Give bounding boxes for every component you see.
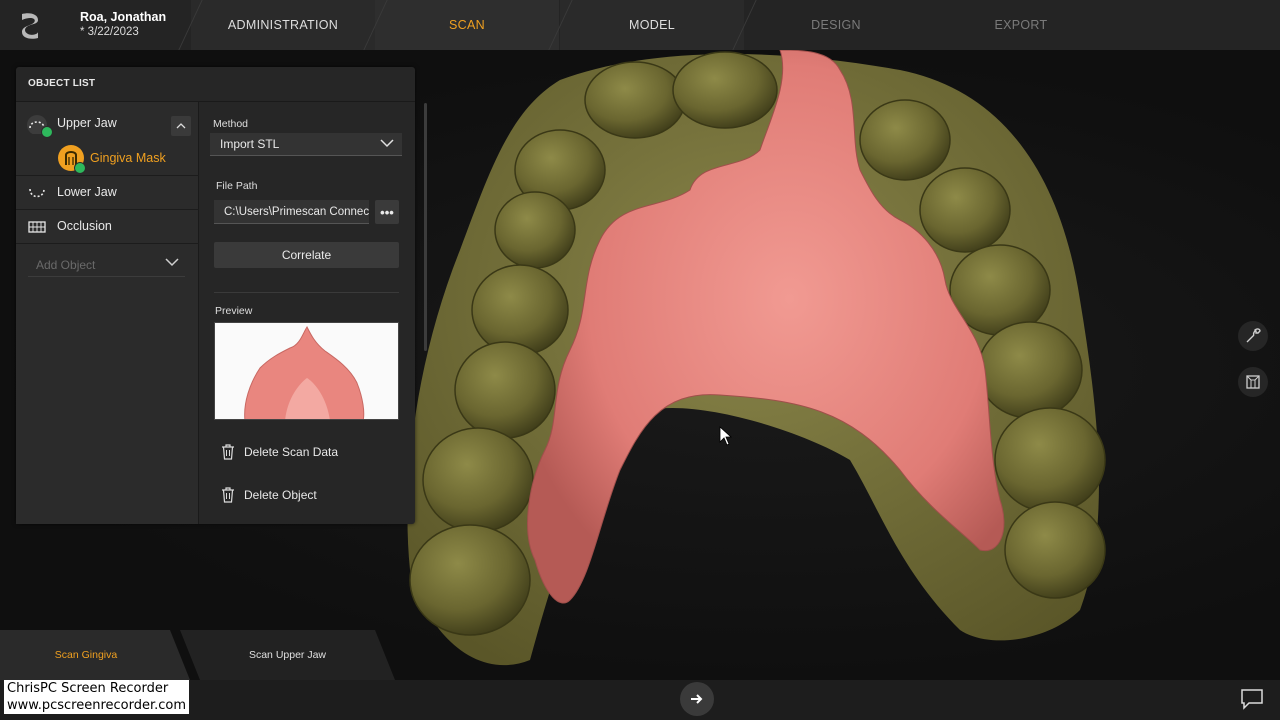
top-navigation-bar: Roa, Jonathan * 3/22/2023 ADMINISTRATION… [0, 0, 1280, 50]
occlusion-icon [28, 221, 46, 233]
tools-button[interactable] [1238, 321, 1268, 351]
preview-gingiva-thumbnail [244, 326, 365, 419]
object-list-panel: OBJECT LIST Upper Jaw Gingiva Mask Lower… [16, 67, 427, 524]
object-label: Lower Jaw [57, 185, 117, 199]
arrow-right-icon [691, 694, 703, 704]
object-item-occlusion[interactable]: Occlusion [16, 209, 199, 243]
method-value: Import STL [220, 137, 280, 151]
preview-label: Preview [215, 305, 253, 317]
patient-date: * 3/22/2023 [80, 26, 139, 38]
object-label: Upper Jaw [57, 116, 117, 130]
method-select[interactable]: Import STL [210, 133, 402, 156]
complete-check-icon [41, 126, 53, 138]
lower-jaw-icon [29, 188, 45, 198]
tab-model[interactable]: MODEL [560, 0, 744, 50]
mouse-cursor [719, 426, 733, 446]
delete-object-label: Delete Object [244, 488, 317, 502]
tab-export[interactable]: EXPORT [929, 0, 1113, 50]
object-list: Upper Jaw Gingiva Mask Lower Jaw Occlusi… [16, 102, 199, 524]
trash-icon [222, 444, 234, 460]
method-label: Method [213, 118, 249, 130]
complete-check-icon [74, 162, 86, 174]
chevron-down-icon [165, 258, 179, 267]
wrench-icon [1246, 328, 1261, 343]
bottom-bar [0, 680, 1280, 720]
collapse-button[interactable] [171, 116, 191, 136]
object-detail: Method Import STL File Path ••• Correlat… [200, 102, 415, 524]
watermark-line-2: www.pcscreenrecorder.com [7, 698, 187, 713]
chat-icon[interactable] [1240, 688, 1264, 710]
file-path-label: File Path [216, 180, 258, 192]
step-scan-upper-jaw[interactable]: Scan Upper Jaw [180, 630, 395, 680]
recorder-watermark: ChrisPC Screen Recorder www.pcscreenreco… [4, 680, 190, 714]
workflow-steps: Scan Upper Jaw Scan Gingiva [0, 630, 400, 680]
next-step-button[interactable] [680, 682, 714, 716]
chevron-up-icon [176, 123, 186, 129]
chevron-down-icon [380, 139, 394, 148]
panel-title: OBJECT LIST [28, 78, 96, 89]
add-object-dropdown[interactable]: Add Object [28, 253, 185, 277]
preview-image [214, 322, 399, 420]
watermark-line-1: ChrisPC Screen Recorder [7, 681, 169, 696]
divider [214, 292, 399, 293]
file-path-input[interactable] [214, 200, 369, 224]
view-button[interactable] [1238, 367, 1268, 397]
object-label: Gingiva Mask [90, 151, 166, 165]
scrollbar[interactable] [424, 103, 427, 351]
browse-button[interactable]: ••• [375, 200, 399, 224]
patient-info[interactable]: Roa, Jonathan * 3/22/2023 [80, 10, 166, 38]
delete-object-button[interactable]: Delete Object [220, 484, 317, 506]
tab-administration[interactable]: ADMINISTRATION [191, 0, 375, 50]
app-logo-icon [22, 13, 38, 39]
object-label: Occlusion [57, 219, 112, 233]
correlate-button[interactable]: Correlate [214, 242, 399, 268]
view-cube-icon [1246, 375, 1260, 389]
patient-name: Roa, Jonathan [80, 10, 167, 24]
divider [16, 243, 199, 244]
object-item-lower-jaw[interactable]: Lower Jaw [16, 175, 199, 209]
tab-scan[interactable]: SCAN [375, 0, 559, 50]
tab-design[interactable]: DESIGN [744, 0, 928, 50]
step-scan-gingiva[interactable]: Scan Gingiva [0, 630, 190, 680]
object-item-gingiva-mask[interactable]: Gingiva Mask [16, 141, 199, 175]
delete-scan-data-button[interactable]: Delete Scan Data [220, 441, 338, 463]
object-item-upper-jaw[interactable]: Upper Jaw [16, 106, 199, 140]
add-object-placeholder: Add Object [36, 257, 96, 272]
trash-icon [222, 487, 234, 503]
delete-scan-data-label: Delete Scan Data [244, 445, 339, 459]
